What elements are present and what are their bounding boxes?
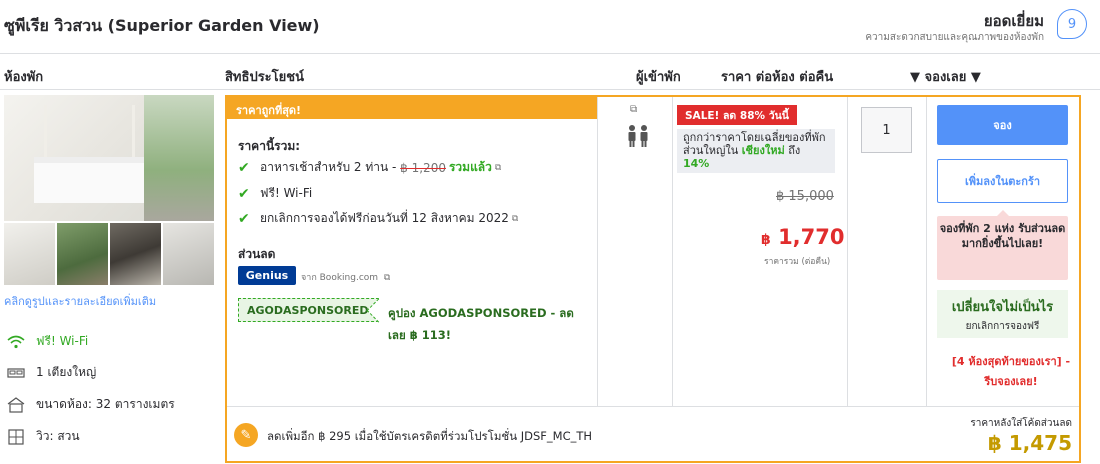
column-divider [926,97,927,406]
free-cancellation-title: เปลี่ยนใจไม่เป็นไร [951,300,1054,315]
coupon-tag[interactable]: AGODASPONSORED [238,298,380,322]
feature-label: ขนาดห้อง: 32 ตารางเมตร [36,397,175,411]
wifi-icon [6,333,26,351]
offer-bottom-divider [227,406,1079,407]
benefit-free-cancel: ✔ ยกเลิกการจองได้ฟรีก่อนวันที่ 12 สิงหาค… [238,209,518,228]
window-icon [6,428,26,446]
rating-score-badge[interactable]: 9 [1057,9,1087,39]
external-link-icon[interactable]: ⧉ [512,214,518,224]
credit-card-promo-icon: ✎ [234,423,258,447]
original-price: ฿ 15,000 [776,189,834,204]
occupancy-info-icon[interactable]: ⧉ [630,104,637,115]
room-photo-thumbnail[interactable] [4,223,55,285]
photos-details-link[interactable]: คลิกดูรูปและรายละเอียดเพิ่มเติม [4,292,156,310]
final-price-label: ราคาหลังใส่โค้ดส่วนลด [970,418,1072,429]
column-header-benefits: สิทธิประโยชน์ [225,70,304,85]
credit-card-promo-text: ลดเพิ่มอีก ฿ 295 เมื่อใช้บัตรเครดิตที่ร่… [267,429,593,443]
check-icon: ✔ [238,159,250,176]
book-button[interactable]: จอง [937,105,1068,145]
room-photo-main[interactable] [4,95,214,221]
feature-view: วิว: สวน [6,427,80,446]
coupon-description: คูปอง AGODASPONSORED - ลดเลย ฿ 113! [388,306,574,342]
sale-badge: SALE! ลด 88% วันนี้ [677,105,797,125]
best-price-banner: ราคาถูกที่สุด! [227,97,597,119]
last-rooms-alert: [4 ห้องสุดท้ายของเรา] - รีบจองเลย! [951,355,1071,388]
multi-booking-tip: จองที่พัก 2 แห่ง รับส่วนลดมากยิ่งขึ้นไปเ… [937,210,1068,280]
room-title: ซูพีเรีย วิวสวน (Superior Garden View) [4,16,320,35]
check-icon: ✔ [238,185,250,202]
feature-label: วิว: สวน [36,429,80,443]
genius-badge: Genius [238,266,296,285]
benefit-label: อาหารเช้าสำหรับ 2 ท่าน - [260,160,397,174]
cheaper-than-average-note: ถูกกว่าราคาโดยเฉลี่ยของที่พักส่วนใหญ่ใน … [677,129,835,173]
column-header-guests: ผู้เข้าพัก [636,70,681,85]
benefit-wifi: ✔ ฟรี! Wi-Fi [238,184,312,203]
column-divider [597,97,598,406]
column-header-price: ราคา ต่อห้อง ต่อคืน [721,70,834,85]
benefit-label: ยกเลิกการจองได้ฟรีก่อนวันที่ 12 สิงหาคม … [260,211,509,225]
breakfast-old-price: ฿ 1,200 [400,160,446,175]
check-icon: ✔ [238,210,250,227]
column-header-room: ห้องพัก [4,70,44,85]
column-header-book: ▼ จองเลย ▼ [910,70,981,85]
room-photo-thumbnail[interactable] [57,223,108,285]
included-title: ราคานี้รวม: [238,139,301,153]
header-divider [0,53,1100,54]
feature-wifi: ฟรี! Wi-Fi [6,332,88,351]
discount-title: ส่วนลด [238,247,276,261]
final-price: ฿ 1,475 [987,431,1072,455]
breakfast-included: รวมแล้ว [448,160,492,174]
external-link-icon[interactable]: ⧉ [495,163,501,173]
room-photo-thumbnail[interactable] [163,223,214,285]
feature-label: 1 เตียงใหญ่ [36,365,97,379]
bed-icon [6,364,26,382]
column-divider [672,97,673,406]
two-adults-icon [626,124,650,148]
house-icon [6,396,26,414]
room-quantity-select[interactable]: 1 [861,107,912,153]
booking-source: จาก Booking.com ⧉ [301,273,391,283]
feature-bed: 1 เตียงใหญ่ [6,363,96,382]
free-cancellation-sub: ยกเลิกการจองฟรี [965,321,1040,332]
benefit-label: ฟรี! Wi-Fi [260,186,313,200]
benefit-breakfast: ✔ อาหารเช้าสำหรับ 2 ท่าน - ฿ 1,200 รวมแล… [238,158,501,177]
price-note: ราคารวม (ต่อคืน) [764,257,831,267]
room-photo-thumbnail[interactable] [110,223,161,285]
column-header-divider [0,89,1100,90]
current-price: ฿ 1,770 [761,225,845,249]
rating-subtitle: ความสะดวกสบายและคุณภาพของห้องพัก [865,32,1044,43]
column-divider [847,97,848,406]
external-link-icon[interactable]: ⧉ [384,273,390,283]
feature-label: ฟรี! Wi-Fi [36,334,89,348]
free-cancellation-box: เปลี่ยนใจไม่เป็นไร ยกเลิกการจองฟรี [937,290,1068,338]
add-to-cart-button[interactable]: เพิ่มลงในตะกร้า [937,159,1068,203]
feature-room-size: ขนาดห้อง: 32 ตารางเมตร [6,395,175,414]
